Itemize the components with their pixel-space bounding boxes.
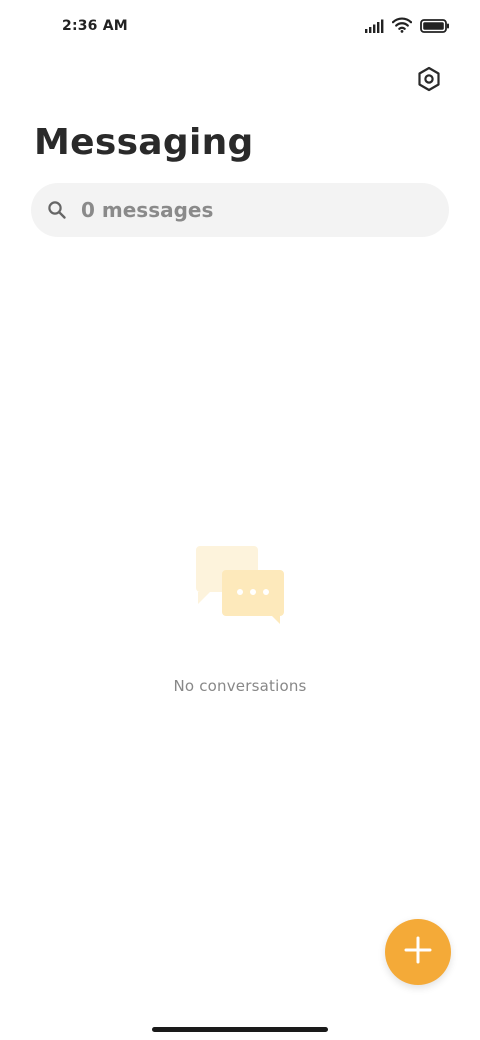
status-icons bbox=[364, 16, 450, 38]
chat-bubbles-icon bbox=[192, 542, 288, 626]
home-indicator[interactable] bbox=[152, 1027, 328, 1032]
search-input[interactable] bbox=[81, 183, 431, 237]
wifi-icon bbox=[391, 17, 413, 37]
page-title: Messaging bbox=[34, 122, 254, 163]
empty-state: No conversations bbox=[0, 540, 480, 710]
status-time: 2:36 AM bbox=[62, 18, 128, 34]
settings-icon bbox=[416, 66, 442, 96]
messaging-screen: 2:36 AM Messaging 0 messages No conversa… bbox=[0, 0, 480, 1040]
battery-icon bbox=[420, 18, 450, 37]
plus-icon bbox=[404, 936, 432, 968]
search-bar[interactable] bbox=[31, 183, 449, 237]
new-conversation-button[interactable] bbox=[385, 919, 451, 985]
search-icon bbox=[47, 200, 67, 220]
empty-state-text: No conversations bbox=[173, 677, 307, 695]
status-bar: 2:36 AM bbox=[0, 0, 480, 56]
settings-button[interactable] bbox=[412, 64, 446, 98]
signal-icon bbox=[364, 18, 384, 37]
